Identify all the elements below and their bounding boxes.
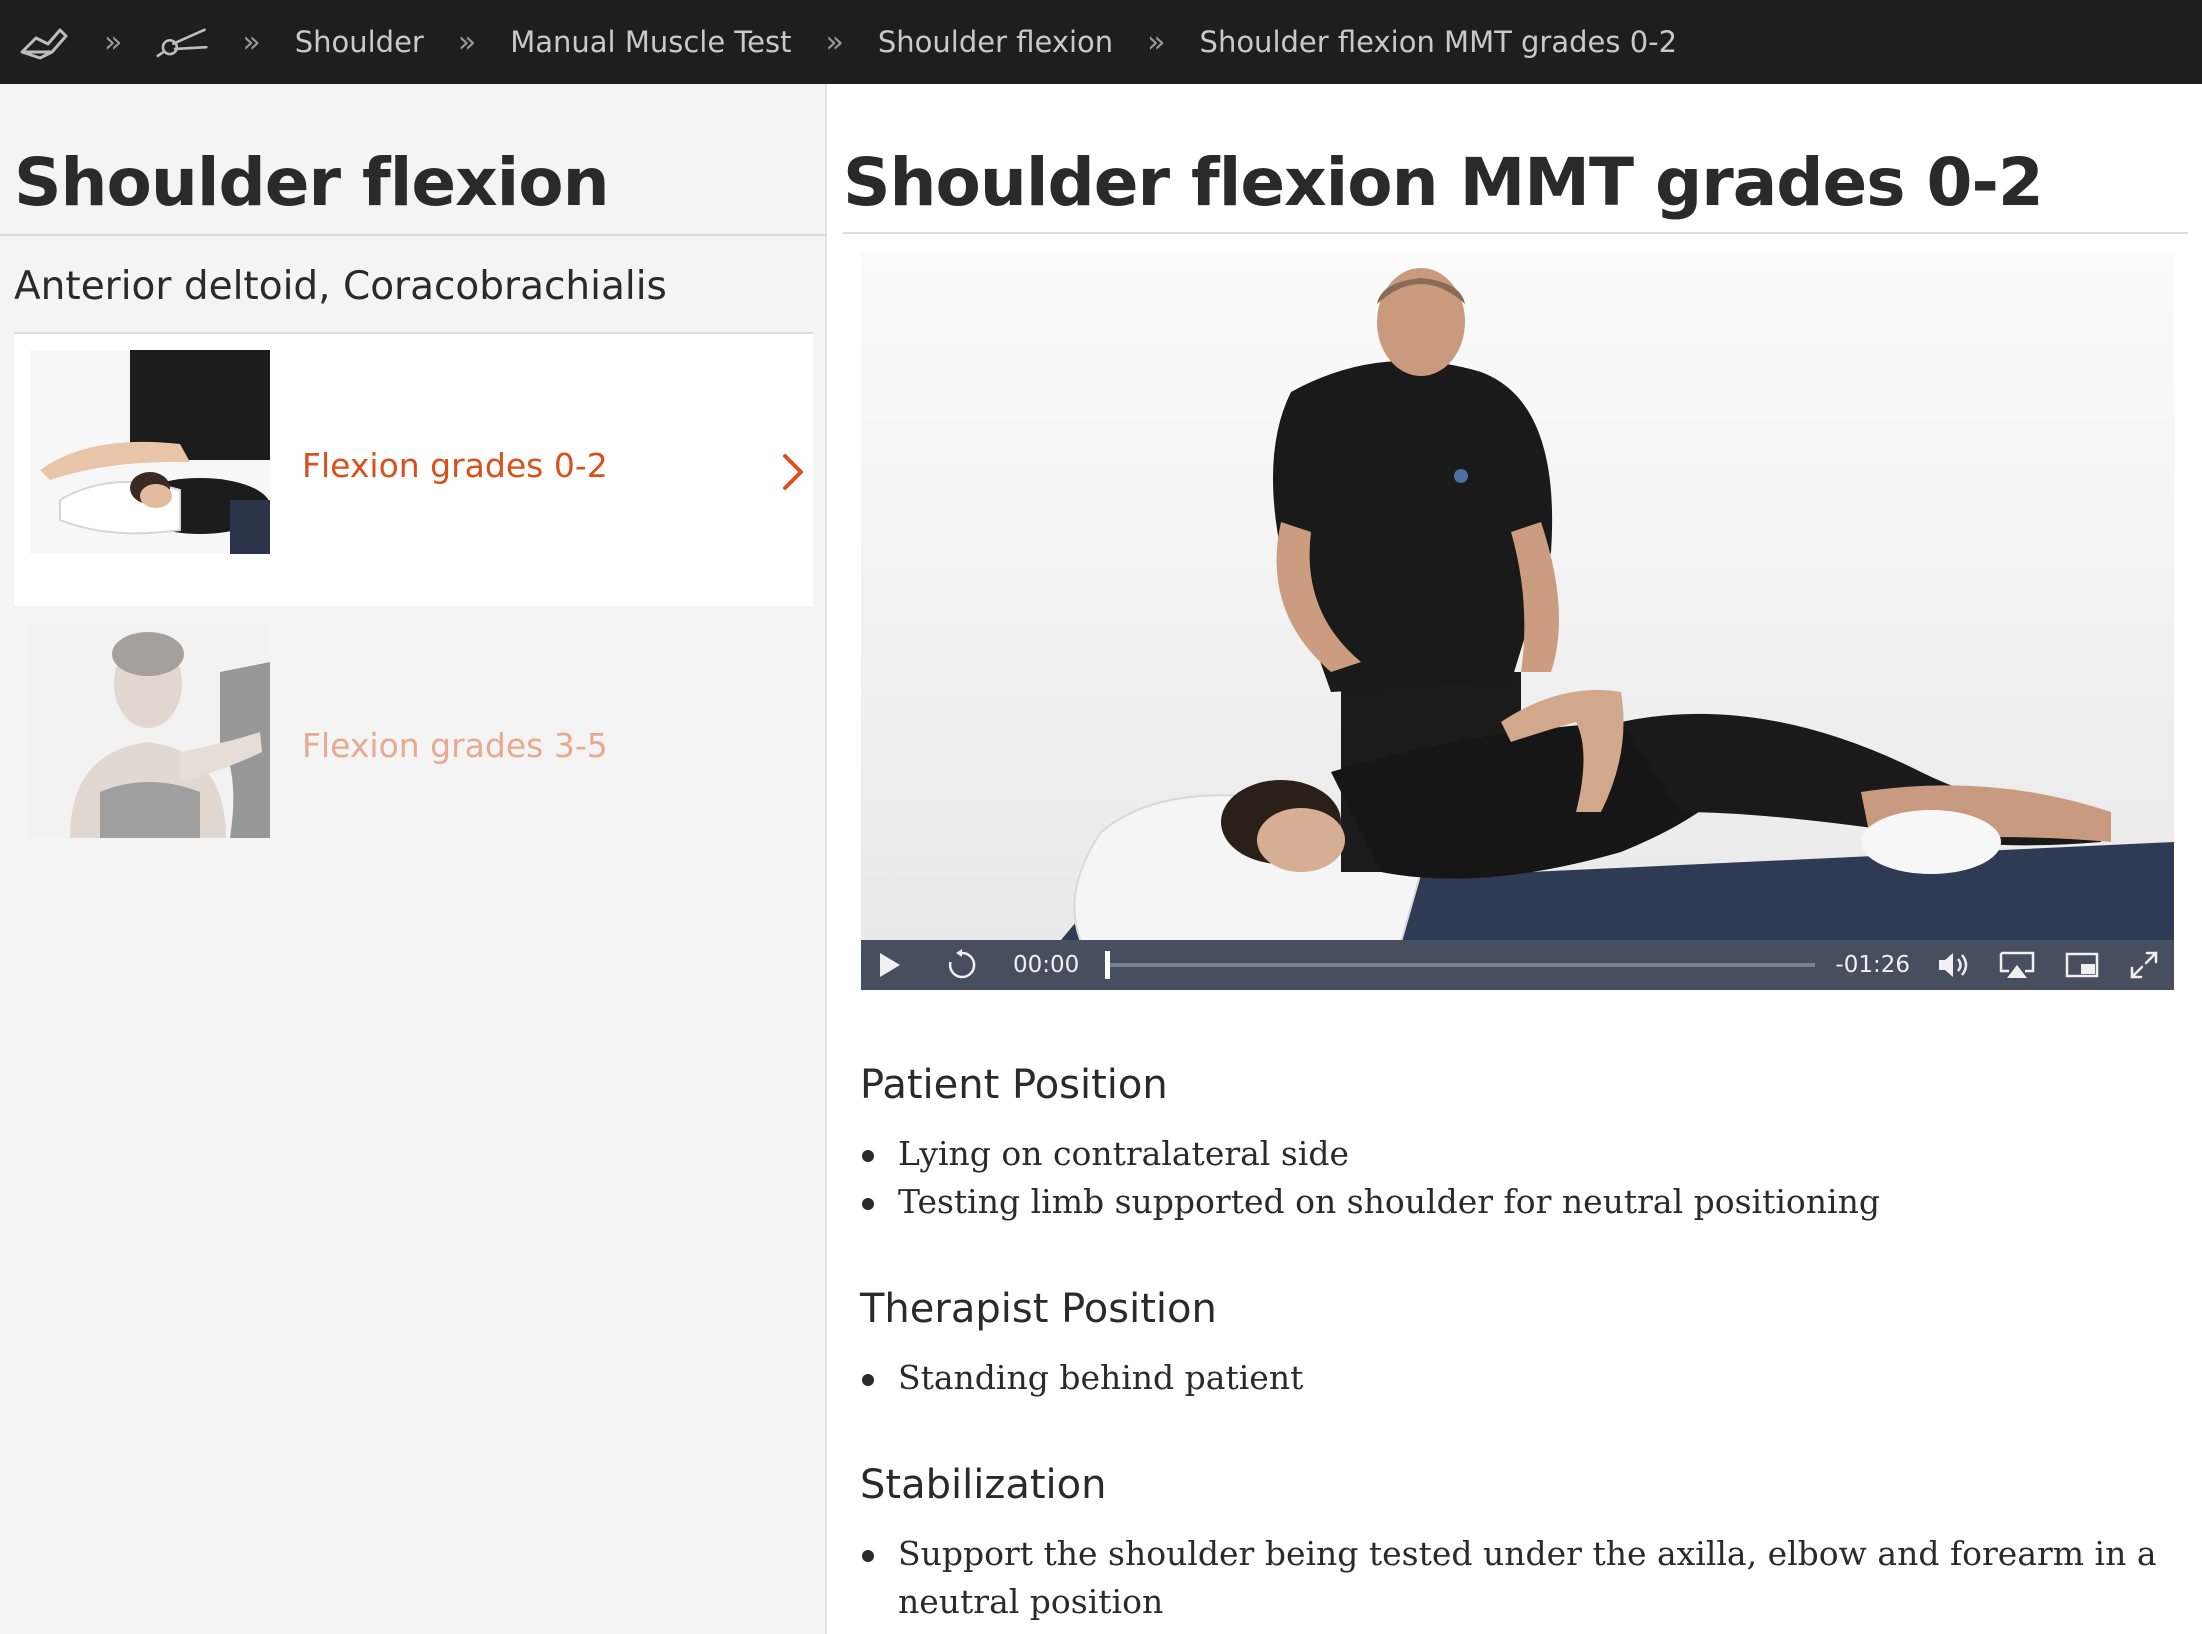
seek-bar[interactable] [1105, 951, 1816, 979]
video-controls: 00:00 -01:26 [861, 940, 2174, 990]
breadcrumb-separator: » [104, 24, 123, 60]
sidebar-item-label: Flexion grades 0-2 [302, 446, 608, 485]
fullscreen-icon[interactable] [2128, 949, 2160, 981]
rewind-30-icon[interactable] [945, 948, 979, 982]
list-item: Support the shoulder being tested under … [860, 1530, 2180, 1626]
section-heading-patient-position: Patient Position [860, 1062, 1168, 1108]
current-time: 00:00 [1013, 952, 1080, 978]
sidebar-item-flexion-grades-3-5[interactable]: Flexion grades 3-5 [14, 606, 813, 878]
list-item: Testing limb supported on shoulder for n… [860, 1178, 2180, 1226]
patient-position-list: Lying on contralateral side Testing limb… [860, 1130, 2180, 1226]
stabilization-list: Support the shoulder being tested under … [860, 1530, 2180, 1626]
divider [843, 232, 2188, 234]
picture-in-picture-icon[interactable] [2064, 950, 2100, 980]
breadcrumb-separator: » [457, 24, 477, 60]
breadcrumb: » » Shoulder » Manual Muscle Test » Shou… [0, 0, 2202, 84]
video-player[interactable]: 00:00 -01:26 [861, 252, 2174, 990]
section-heading-therapist-position: Therapist Position [860, 1286, 1217, 1332]
breadcrumb-current: Shoulder flexion MMT grades 0-2 [1199, 25, 1678, 59]
breadcrumb-link-shoulder[interactable]: Shoulder [295, 25, 424, 59]
list-item: Standing behind patient [860, 1354, 2180, 1402]
airplay-icon[interactable] [1998, 950, 2036, 980]
chevron-right-icon [777, 452, 807, 492]
breadcrumb-separator: » [242, 24, 261, 60]
divider [0, 234, 827, 236]
remaining-time: -01:26 [1835, 952, 1910, 978]
list-item: Lying on contralateral side [860, 1130, 2180, 1178]
play-icon[interactable] [875, 945, 905, 985]
breadcrumb-link-manual-muscle-test[interactable]: Manual Muscle Test [510, 25, 791, 59]
thumbnail-image [30, 350, 270, 554]
sidebar-item-label: Flexion grades 3-5 [302, 726, 608, 765]
sidebar-title: Shoulder flexion [14, 144, 610, 221]
sidebar-item-flexion-grades-0-2[interactable]: Flexion grades 0-2 [14, 334, 813, 606]
home-icon[interactable] [18, 16, 70, 68]
video-frame [861, 252, 2174, 940]
therapist-position-list: Standing behind patient [860, 1354, 2180, 1402]
sidebar: Shoulder flexion Anterior deltoid, Corac… [0, 84, 827, 1634]
section-heading-stabilization: Stabilization [860, 1462, 1107, 1508]
thumbnail-image [30, 622, 270, 838]
breadcrumb-link-shoulder-flexion[interactable]: Shoulder flexion [878, 25, 1113, 59]
goniometer-icon[interactable] [156, 16, 208, 68]
page-title: Shoulder flexion MMT grades 0-2 [843, 144, 2044, 221]
breadcrumb-separator: » [825, 24, 844, 60]
volume-icon[interactable] [1936, 950, 1970, 980]
breadcrumb-separator: » [1147, 24, 1166, 60]
muscle-list: Anterior deltoid, Coracobrachialis [14, 264, 667, 309]
seek-handle[interactable] [1105, 951, 1111, 979]
